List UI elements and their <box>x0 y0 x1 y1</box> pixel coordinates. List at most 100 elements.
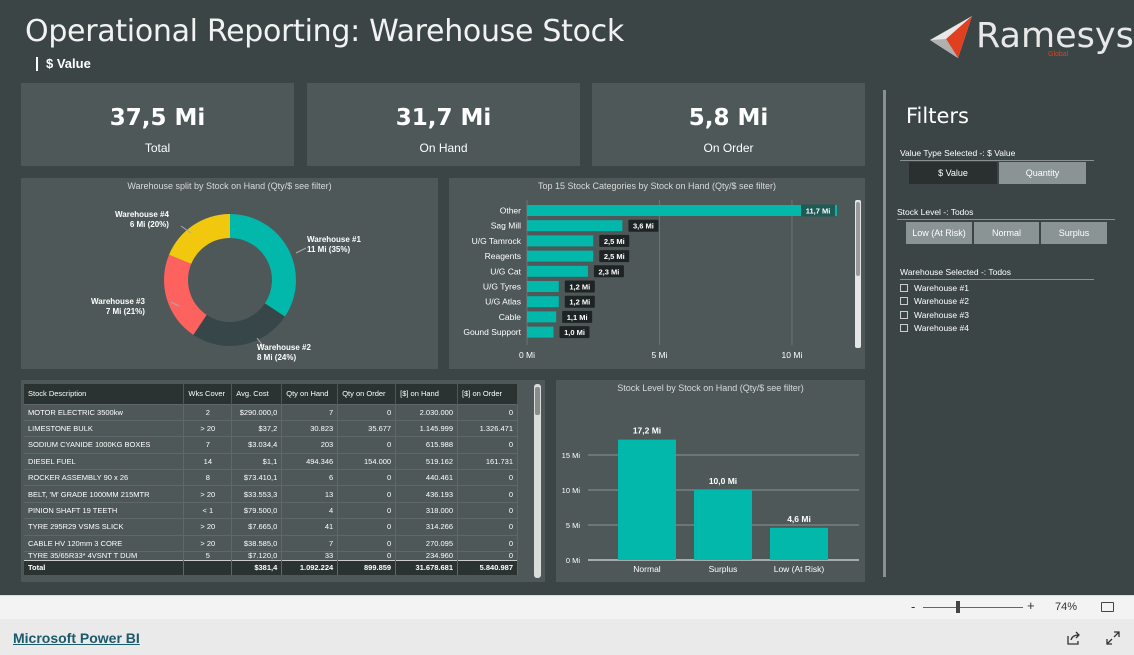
table-cell: 615.988 <box>395 436 459 454</box>
donut-chart-panel[interactable]: Warehouse split by Stock on Hand (Qty/$ … <box>21 178 438 369</box>
table-row[interactable]: SODIUM CYANIDE 1000KG BOXES 7 $3.034,4 203 0… <box>24 436 518 454</box>
hbar-chart[interactable]: 0 Mi 5 Mi 10 Mi Other 11,7 Mi Sag Mill 3,6 Mi U… <box>449 178 865 369</box>
zoom-level: 74% <box>1055 601 1078 613</box>
vbar-chart[interactable]: 0 Mi 5 Mi 10 Mi 15 Mi 17,2 Mi Normal 10,0 Mi Su… <box>556 380 865 582</box>
col-header[interactable]: Qty on Order <box>337 384 397 404</box>
warehouse-option-1[interactable]: Warehouse #1 <box>900 282 969 294</box>
table-row[interactable]: TYRE 35/65R33* 4VSNT T DUM 5 $7.120,0 33 0 23… <box>24 551 518 561</box>
zoom-out-button[interactable]: - <box>911 599 915 614</box>
category-label: Cable <box>499 312 521 322</box>
stock-level-surplus-button[interactable]: Surplus <box>1041 222 1107 244</box>
kpi-label: On Hand <box>419 141 468 155</box>
table-cell: MOTOR ELECTRIC 3500kw <box>24 403 185 421</box>
data-label: 1,1 Mi <box>567 313 588 322</box>
zoom-slider-thumb[interactable] <box>956 601 960 613</box>
table-cell: 0 <box>337 501 397 519</box>
logo-mark-icon <box>930 16 972 58</box>
bar <box>770 527 828 560</box>
table-cell: 0 <box>457 534 518 552</box>
stock-level-normal-button[interactable]: Normal <box>974 222 1039 244</box>
report-canvas: Operational Reporting: Warehouse Stock $… <box>0 0 1134 595</box>
zoom-slider-track[interactable] <box>923 607 1023 608</box>
hbar-chart-panel[interactable]: Top 15 Stock Categories by Stock on Hand… <box>449 178 865 369</box>
label-name: Warehouse #4 <box>115 210 169 219</box>
table-row[interactable]: ROCKER ASSEMBLY 90 x 26 8 $73.410,1 6 0 440.4… <box>24 469 518 486</box>
power-bi-link[interactable]: Microsoft Power BI <box>13 630 140 646</box>
table-cell: 2.030.000 <box>395 403 459 421</box>
expand-icon[interactable] <box>1105 630 1121 646</box>
col-header[interactable]: Qty on Hand <box>281 384 339 404</box>
bar <box>527 281 559 292</box>
option-label: Warehouse #3 <box>914 310 969 320</box>
table-cell: 494.346 <box>281 452 339 470</box>
share-icon[interactable] <box>1066 630 1082 646</box>
table-cell: $7.120,0 <box>231 551 283 561</box>
warehouse-option-2[interactable]: Warehouse #2 <box>900 295 969 307</box>
bar <box>527 235 594 247</box>
checkbox[interactable] <box>900 311 908 319</box>
option-label: Warehouse #1 <box>914 283 969 293</box>
table-cell: CABLE HV 120mm 3 CORE <box>24 534 185 552</box>
donut-label-warehouse-1: Warehouse #1 11 Mi (35%) <box>307 235 361 255</box>
warehouse-option-3[interactable]: Warehouse #3 <box>900 309 969 321</box>
table-row[interactable]: DIESEL FUEL 14 $1,1 494.346 154.000 519.162 16… <box>24 452 518 470</box>
footer: Microsoft Power BI <box>0 619 1134 655</box>
donut-chart[interactable] <box>21 178 438 369</box>
scrollbar-thumb[interactable] <box>535 387 540 415</box>
table-row[interactable]: PINION SHAFT 19 TEETH < 1 $79.500,0 4 0 318.0… <box>24 501 518 519</box>
vbar-chart-panel[interactable]: Stock Level by Stock on Hand (Qty/$ see … <box>556 380 865 582</box>
checkbox[interactable] <box>900 284 908 292</box>
table-cell: 0 <box>457 436 518 454</box>
y-tick-label: 15 Mi <box>562 451 581 460</box>
col-header[interactable]: [$] on Order <box>457 384 518 404</box>
table-cell: 0 <box>457 485 518 503</box>
warehouse-heading: Warehouse Selected -: Todos <box>900 267 1094 280</box>
table-cell: 35.677 <box>337 419 397 437</box>
table-cell: > 20 <box>183 419 233 437</box>
table-row[interactable]: TYRE 295R29 VSMS SLICK > 20 $7.665,0 41 0 314… <box>24 518 518 536</box>
table-cell: 14 <box>183 452 233 470</box>
table-row[interactable]: LIMESTONE BULK > 20 $37,2 30.823 35.677 1.145… <box>24 419 518 437</box>
table-cell: < 1 <box>183 501 233 519</box>
table-cell: 7 <box>183 436 233 454</box>
checkbox[interactable] <box>900 297 908 305</box>
table-cell: > 20 <box>183 534 233 552</box>
label-name: Warehouse #1 <box>307 235 361 244</box>
warehouse-option-4[interactable]: Warehouse #4 <box>900 322 969 334</box>
value-type-dollar-button[interactable]: $ Value <box>909 162 997 184</box>
table-cell: $7.665,0 <box>231 518 283 536</box>
kpi-card-on-order[interactable]: 5,8 Mi On Order <box>592 83 865 166</box>
y-tick-label: 5 Mi <box>566 521 581 530</box>
zoom-in-button[interactable]: + <box>1027 598 1035 613</box>
data-label: 2,3 Mi <box>599 267 620 276</box>
stock-table[interactable]: Stock Description Wks Cover Avg. Cost Qt… <box>24 384 518 575</box>
data-label: 3,6 Mi <box>633 222 654 231</box>
table-cell: $33.553,3 <box>231 485 283 503</box>
table-cell: $38.585,0 <box>231 534 283 552</box>
kpi-card-total[interactable]: 37,5 Mi Total <box>21 83 294 166</box>
fit-to-page-icon[interactable] <box>1101 602 1114 612</box>
bar <box>527 220 623 232</box>
table-row[interactable]: BELT, 'M' GRADE 1000MM 215MTR > 20 $33.553… <box>24 485 518 503</box>
stock-level-low-button[interactable]: Low (At Risk) <box>906 222 972 244</box>
table-cell: 0 <box>457 518 518 536</box>
table-row[interactable]: MOTOR ELECTRIC 3500kw 2 $290.000,0 7 0 2.030.… <box>24 403 518 421</box>
category-label: U/G Tamrock <box>472 236 522 246</box>
value-type-quantity-button[interactable]: Quantity <box>999 162 1086 184</box>
table-cell: 440.461 <box>395 469 459 486</box>
category-label: Gound Support <box>463 327 521 337</box>
table-cell: ROCKER ASSEMBLY 90 x 26 <box>24 469 185 486</box>
col-header[interactable]: Stock Description <box>24 384 185 404</box>
checkbox[interactable] <box>900 324 908 332</box>
col-header[interactable]: Avg. Cost <box>231 384 283 404</box>
table-cell: $3.034,4 <box>231 436 283 454</box>
kpi-value: 31,7 Mi <box>395 105 492 131</box>
table-cell: $1,1 <box>231 452 283 470</box>
table-row[interactable]: CABLE HV 120mm 3 CORE > 20 $38.585,0 7 0 270.… <box>24 534 518 552</box>
table-cell: 318.000 <box>395 501 459 519</box>
col-header[interactable]: Wks Cover <box>183 384 233 404</box>
col-header[interactable]: [$] on Hand <box>395 384 459 404</box>
table-cell: 0 <box>337 534 397 552</box>
kpi-card-on-hand[interactable]: 31,7 Mi On Hand <box>307 83 580 166</box>
table-scrollbar[interactable] <box>534 384 541 578</box>
